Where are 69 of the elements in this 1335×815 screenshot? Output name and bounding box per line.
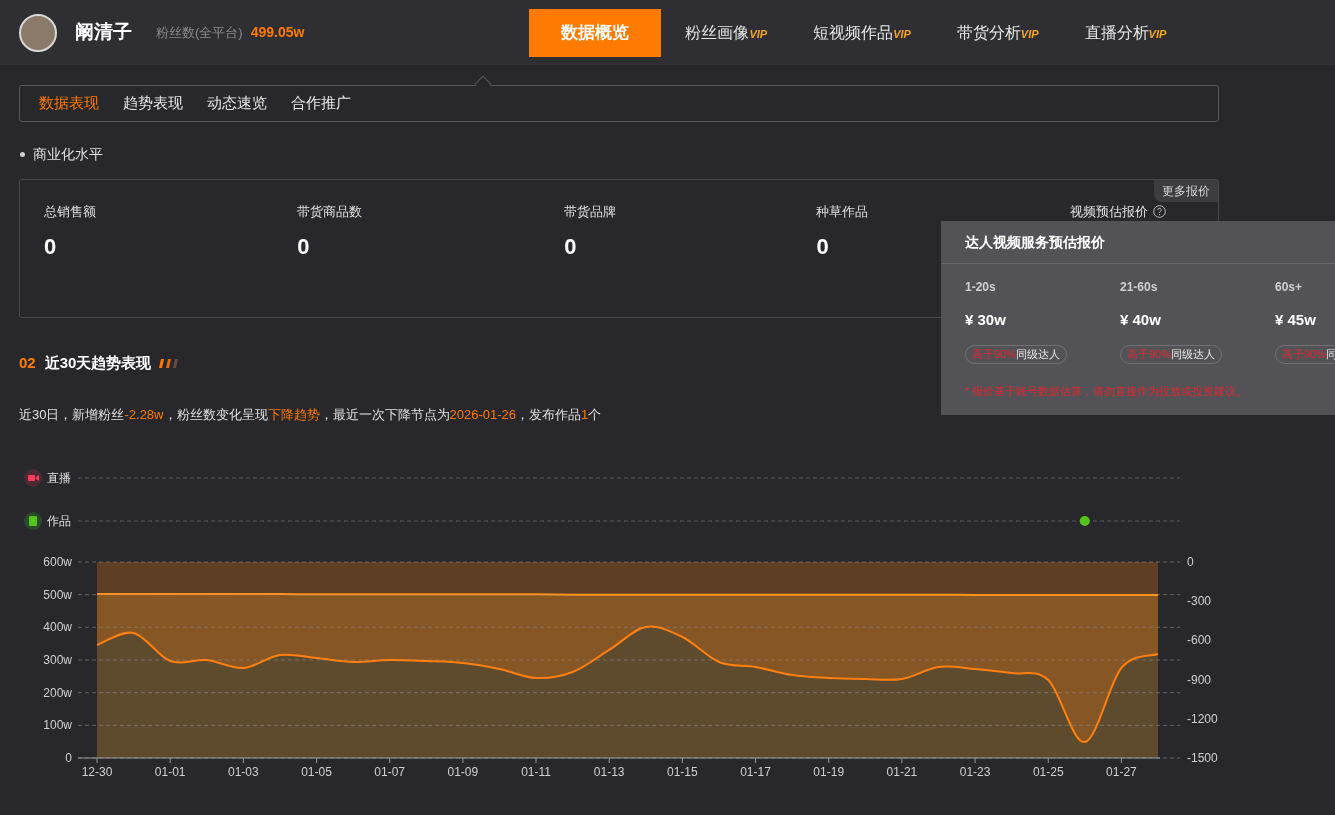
sub-tab[interactable]: 趋势表现 xyxy=(123,92,183,115)
metric-label: 种草作品 xyxy=(816,203,869,221)
event-row-label: 作品 xyxy=(47,514,71,528)
axis-label: 600w xyxy=(43,555,72,569)
metric-label: 带货商品数 xyxy=(297,203,363,221)
axis-label: 01-19 xyxy=(813,765,845,779)
nav-tab[interactable]: 粉丝画像VIP xyxy=(669,8,784,57)
sub-tab[interactable]: 合作推广 xyxy=(291,92,351,115)
axis-label: -300 xyxy=(1187,594,1212,609)
axis-label: 01-01 xyxy=(154,765,186,779)
metric-value: 0 xyxy=(816,232,829,261)
duration-label: 21-60s xyxy=(1120,279,1159,296)
nav-tab[interactable]: 直播分析VIP xyxy=(1068,8,1183,57)
section-title: 商业化水平 xyxy=(33,145,103,164)
axis-label: 300w xyxy=(43,653,72,667)
axis-label: 01-17 xyxy=(740,765,771,779)
metric-value: 0 xyxy=(564,232,577,261)
fans-label: 粉丝数(全平台) xyxy=(156,23,243,42)
stripes-icon xyxy=(158,358,181,368)
popover-title: 达人视频服务预估报价 xyxy=(941,221,1335,264)
metric-label: 带货品牌 xyxy=(564,203,617,221)
event-row-label: 直播 xyxy=(47,471,71,485)
axis-label: 500w xyxy=(43,587,72,602)
axis-label: 01-25 xyxy=(1032,765,1064,779)
axis-label: 01-13 xyxy=(593,765,625,779)
axis-label: 01-23 xyxy=(959,765,991,779)
axis-label: 200w xyxy=(43,685,72,700)
nav-tab[interactable]: 短视频作品VIP xyxy=(797,8,927,57)
avatar xyxy=(19,13,57,52)
sub-tab[interactable]: 动态速览 xyxy=(207,92,267,115)
axis-label: -600 xyxy=(1187,633,1212,648)
section-title: 近30天趋势表现 xyxy=(44,353,152,373)
help-icon[interactable] xyxy=(1152,205,1166,219)
axis-label: 01-07 xyxy=(374,765,406,779)
axis-label: 400w xyxy=(43,620,72,635)
axis-label: 01-11 xyxy=(521,765,551,779)
disclaimer-note: * 报价基于账号数据估算，请勿直接作为投放或投资建议。 xyxy=(964,383,1249,399)
document-icon xyxy=(24,512,42,530)
axis-label: -1500 xyxy=(1187,751,1218,765)
metric-value: 0 xyxy=(44,232,57,261)
metric-label: 总销售额 xyxy=(44,203,96,221)
axis-label: 01-05 xyxy=(301,765,332,779)
axis-label: -1200 xyxy=(1187,711,1218,726)
metric-label: 视频预估报价 xyxy=(1069,203,1148,221)
axis-label: 12-30 xyxy=(81,765,113,779)
bullet-icon xyxy=(20,152,25,157)
axis-label: -900 xyxy=(1187,672,1212,687)
price: ¥ 45w xyxy=(1275,310,1317,330)
metric-value: 0 xyxy=(297,232,310,261)
fans-count: 499.05w xyxy=(250,23,305,42)
axis-label: 01-21 xyxy=(886,765,918,779)
axis-label: 01-15 xyxy=(667,765,698,779)
axis-label: 01-27 xyxy=(1106,765,1137,779)
price: ¥ 30w xyxy=(965,310,1007,330)
more-quotes-tag[interactable]: 更多报价 xyxy=(1154,180,1218,202)
axis-label: 0 xyxy=(1187,555,1194,569)
duration-label: 1-20s xyxy=(965,279,997,296)
section-number: 02 xyxy=(19,353,36,373)
axis-label: 0 xyxy=(65,751,72,765)
axis-label: 100w xyxy=(43,718,72,733)
trend-summary: 近30日，新增粉丝-2.28w，粉丝数变化呈现下降趋势，最近一次下降节点为2026-01-26，发布作品1个 xyxy=(19,405,603,424)
account-name: 阚清子 xyxy=(75,20,132,45)
sub-tab[interactable]: 数据表现 xyxy=(39,92,99,115)
axis-label: 01-03 xyxy=(228,765,259,779)
price: ¥ 40w xyxy=(1120,310,1162,330)
axis-label: 01-09 xyxy=(447,765,479,779)
duration-label: 60s+ xyxy=(1275,279,1304,296)
video-camera-icon xyxy=(24,469,42,487)
nav-tab[interactable]: 带货分析VIP xyxy=(940,8,1055,57)
